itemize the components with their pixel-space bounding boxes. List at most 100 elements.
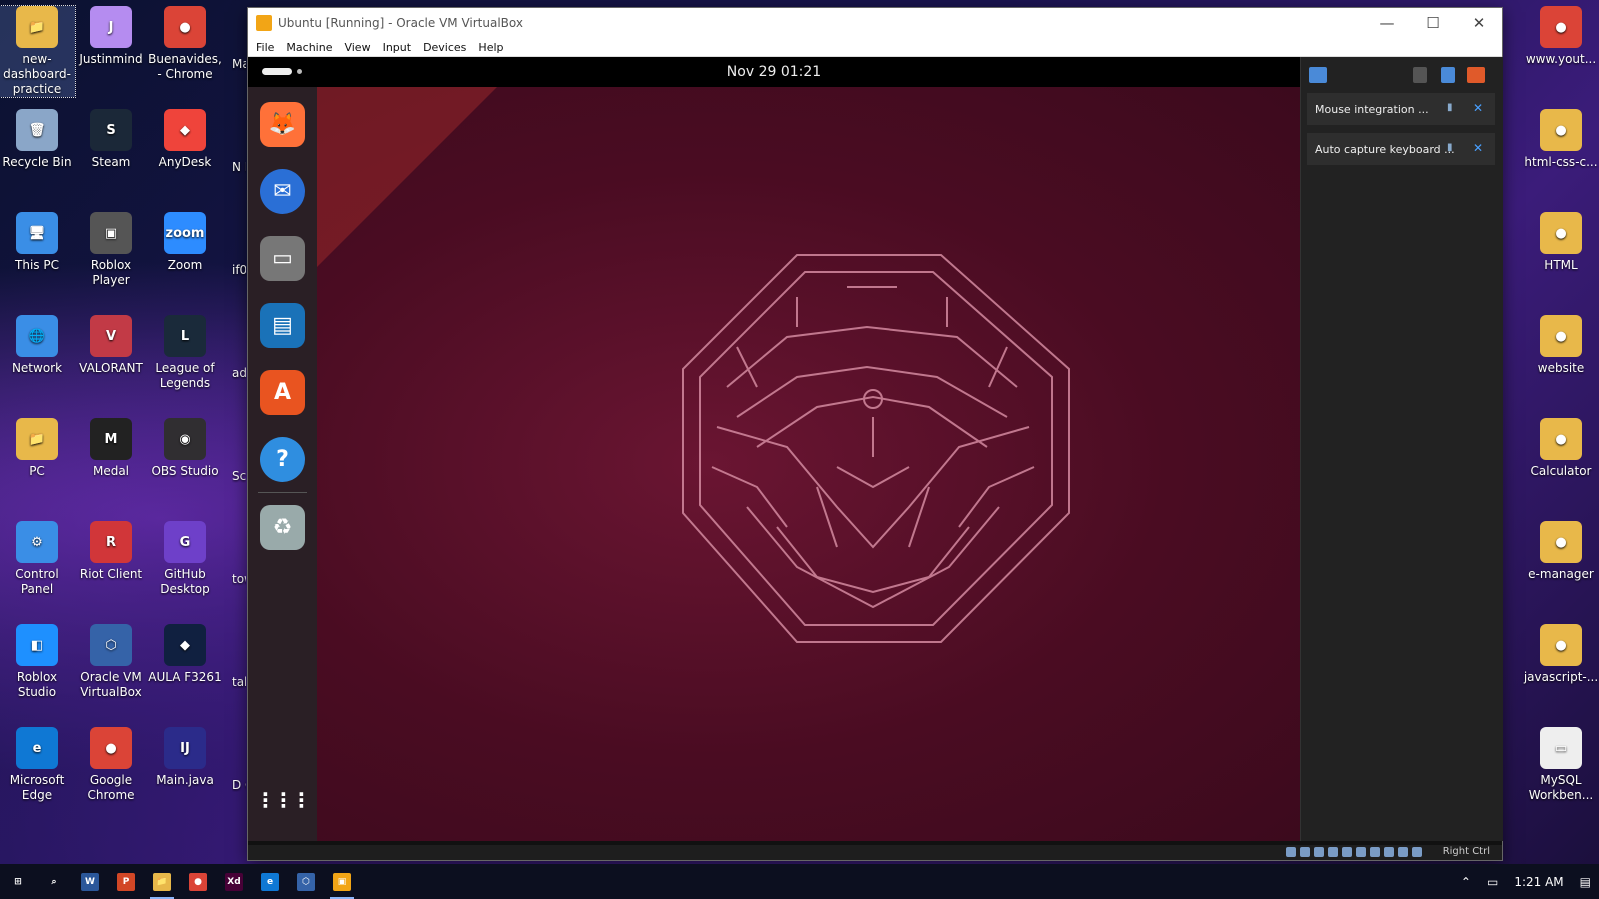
status-device-icons[interactable] <box>1286 847 1422 857</box>
taskbar-powerpoint-icon[interactable]: P <box>108 864 144 899</box>
desktop-icon-partial-label[interactable]: table <box>232 675 246 689</box>
desktop-icon-riot-client[interactable]: R Riot Client <box>73 521 149 582</box>
firefox-icon[interactable]: 🦊 <box>260 102 305 147</box>
desktop-icon-github-desktop[interactable]: G GitHub Desktop <box>147 521 223 597</box>
desktop-icon-partial-label[interactable]: Ma <box>232 57 246 71</box>
desktop-icon-label: MySQL Workben... <box>1528 773 1594 802</box>
app-center-icon[interactable]: A <box>260 370 305 415</box>
desktop-icon-google-chrome[interactable]: ● Google Chrome <box>73 727 149 803</box>
desktop-icon-new-dashboard-practice[interactable]: 📁 new-dashboard-practice <box>0 5 76 98</box>
desktop-icon-control-panel[interactable]: ⚙ Control Panel <box>0 521 75 597</box>
files-icon[interactable]: ▭ <box>260 236 305 281</box>
desktop-icon-obs-studio[interactable]: ◉ OBS Studio <box>147 418 223 479</box>
minimize-button[interactable]: — <box>1364 14 1410 32</box>
desktop-icon-html[interactable]: ● HTML <box>1523 212 1599 273</box>
desktop-icon-steam[interactable]: S Steam <box>73 109 149 170</box>
dismiss-icon[interactable]: ✕ <box>1473 141 1483 155</box>
desktop-icon-network[interactable]: 🌐 Network <box>0 315 75 376</box>
notification-center-icon[interactable]: ▤ <box>1580 875 1591 889</box>
taskbar-start-icon[interactable]: ⊞ <box>0 864 36 899</box>
guest-display[interactable]: Nov 29 01:21 ⋮⋮⋮ 🦊 ✉ ▭ ▤ A? ♻ Mouse inte… <box>248 57 1503 845</box>
desktop-icon-league-of-legends[interactable]: L League of Legends <box>147 315 223 391</box>
show-apps-grid-icon[interactable]: ⋮⋮⋮ <box>256 777 312 822</box>
menu-machine[interactable]: Machine <box>286 41 332 54</box>
taskbar-apps: ⊞ ⌕ W P 📁 ● Xd e ⬡ ▣ <box>0 864 360 899</box>
desktop-icon-anydesk[interactable]: ◆ AnyDesk <box>147 109 223 170</box>
trash-icon[interactable]: ♻ <box>260 505 305 550</box>
network-icon[interactable] <box>1328 847 1338 857</box>
desktop-icon-aula-f3261[interactable]: ◆ AULA F3261 <box>147 624 223 685</box>
desktop-icon-partial-label[interactable]: Scre <box>232 469 246 483</box>
thunderbird-icon[interactable]: ✉ <box>260 169 305 214</box>
notification-auto-capture[interactable]: Auto capture keyboard ... ▮ ✕ <box>1307 133 1495 165</box>
desktop-icon-recycle-bin[interactable]: 🗑 Recycle Bin <box>0 109 75 170</box>
audio-icon[interactable] <box>1314 847 1324 857</box>
virtualbox-window[interactable]: Ubuntu [Running] - Oracle VM VirtualBox … <box>248 8 1503 860</box>
sort-icon[interactable] <box>1441 67 1455 83</box>
desktop-icon-e-manager[interactable]: ● e-manager <box>1523 521 1599 582</box>
taskbar-search-icon[interactable]: ⌕ <box>36 864 72 899</box>
chat-icon[interactable]: ▮ <box>1447 142 1459 154</box>
dismiss-icon[interactable]: ✕ <box>1473 101 1483 115</box>
desktop-icon-roblox-studio[interactable]: ◧ Roblox Studio <box>0 624 75 700</box>
writer-icon[interactable]: ▤ <box>260 303 305 348</box>
desktop-icon-valorant[interactable]: V VALORANT <box>73 315 149 376</box>
taskbar-adobe-xd-icon[interactable]: Xd <box>216 864 252 899</box>
mouse-icon[interactable] <box>1412 847 1422 857</box>
window-title-bar[interactable]: Ubuntu [Running] - Oracle VM VirtualBox … <box>248 8 1502 38</box>
notification-mouse-integration[interactable]: Mouse integration ... ▮ ✕ <box>1307 93 1495 125</box>
shared-folder-icon[interactable] <box>1356 847 1366 857</box>
recording-icon[interactable] <box>1384 847 1394 857</box>
desktop-icon-partial-label[interactable]: D C <box>232 778 246 792</box>
desktop-icon-calculator[interactable]: ● Calculator <box>1523 418 1599 479</box>
menu-view[interactable]: View <box>344 41 370 54</box>
clear-all-icon[interactable] <box>1467 67 1485 83</box>
desktop-icon-this-pc[interactable]: 🖥 This PC <box>0 212 75 273</box>
network-icon[interactable]: ▭ <box>1487 875 1498 889</box>
close-button[interactable]: ✕ <box>1456 14 1502 32</box>
taskbar-virtualbox-vm-icon[interactable]: ▣ <box>324 864 360 899</box>
desktop-icon-partial-label[interactable]: if0_3 <box>232 263 246 277</box>
menu-input[interactable]: Input <box>383 41 411 54</box>
usb-icon[interactable] <box>1342 847 1352 857</box>
cpu-icon[interactable] <box>1398 847 1408 857</box>
optical-drive-icon[interactable] <box>1300 847 1310 857</box>
desktop-icon-buenavides-chrome[interactable]: ● Buenavides, - Chrome <box>147 6 223 82</box>
desktop-icon-partial-label[interactable]: tow <box>232 572 246 586</box>
menu-help[interactable]: Help <box>478 41 503 54</box>
taskbar-virtualbox-icon[interactable]: ⬡ <box>288 864 324 899</box>
desktop-icon-main-java[interactable]: IJ Main.java <box>147 727 223 788</box>
display-icon[interactable] <box>1370 847 1380 857</box>
menu-devices[interactable]: Devices <box>423 41 466 54</box>
taskbar-word-icon[interactable]: W <box>72 864 108 899</box>
desktop-icon-partial-label[interactable]: N Doc <box>232 160 246 174</box>
desktop-icon-partial-label[interactable]: adm <box>232 366 246 380</box>
powerpoint-icon: P <box>117 872 135 891</box>
desktop-icon-mysql-workben[interactable]: ▭ MySQL Workben... <box>1523 727 1599 803</box>
desktop-icon-website[interactable]: ● website <box>1523 315 1599 376</box>
taskbar-file-explorer-icon[interactable]: 📁 <box>144 864 180 899</box>
help-icon[interactable]: ? <box>260 437 305 482</box>
taskbar-clock[interactable]: 1:21 AM <box>1514 875 1563 889</box>
taskbar-edge-icon[interactable]: e <box>252 864 288 899</box>
desktop-icon-www-yout[interactable]: ● www.yout... <box>1523 6 1599 67</box>
e-manager-icon: ● <box>1540 521 1582 563</box>
desktop-icon-html-css-c[interactable]: ● html-css-c... <box>1523 109 1599 170</box>
chevron-up-icon[interactable]: ⌃ <box>1461 875 1471 889</box>
desktop-icon-javascript[interactable]: ● javascript-... <box>1523 624 1599 685</box>
desktop-icon-justinmind[interactable]: J Justinmind <box>73 6 149 67</box>
network-tree-icon[interactable] <box>1413 67 1427 83</box>
desktop-icon-roblox-player[interactable]: ▣ Roblox Player <box>73 212 149 288</box>
desktop-icon-zoom[interactable]: zoom Zoom <box>147 212 223 273</box>
clock[interactable]: Nov 29 01:21 <box>248 64 1300 80</box>
maximize-button[interactable]: ☐ <box>1410 14 1456 32</box>
menu-file[interactable]: File <box>256 41 274 54</box>
message-icon[interactable] <box>1309 67 1327 83</box>
desktop-icon-pc[interactable]: 📁 PC <box>0 418 75 479</box>
chat-icon[interactable]: ▮ <box>1447 102 1459 114</box>
desktop-icon-oracle-vm-virtualbox[interactable]: ⬡ Oracle VM VirtualBox <box>73 624 149 700</box>
desktop-icon-microsoft-edge[interactable]: e Microsoft Edge <box>0 727 75 803</box>
desktop-icon-medal[interactable]: M Medal <box>73 418 149 479</box>
hard-disk-icon[interactable] <box>1286 847 1296 857</box>
taskbar-chrome-icon[interactable]: ● <box>180 864 216 899</box>
